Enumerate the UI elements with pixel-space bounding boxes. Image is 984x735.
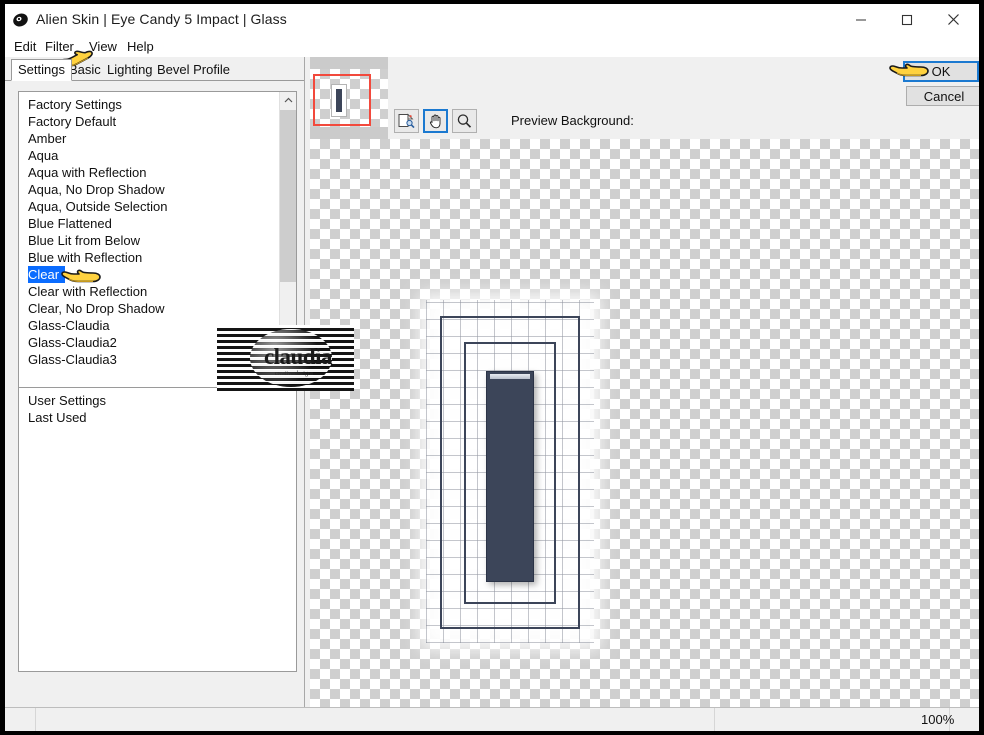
claudia-watermark: claudia creative designs (217, 325, 354, 391)
user-settings-list[interactable]: User Settings Last Used (18, 387, 297, 672)
menu-item-help[interactable]: Help (123, 38, 158, 55)
preview-background-label: Preview Background: (511, 113, 634, 128)
navigator-thumbnail-strip[interactable] (310, 57, 388, 139)
list-item-selected-wrapper: Clear (19, 266, 281, 283)
preview-compare-icon[interactable] (394, 109, 419, 133)
window-title: Alien Skin | Eye Candy 5 Impact | Glass (36, 11, 287, 27)
list-item[interactable]: Blue Lit from Below (19, 232, 281, 249)
minimize-button[interactable] (838, 4, 884, 35)
watermark-text: claudia (263, 344, 333, 369)
close-button[interactable] (930, 4, 976, 35)
list-item[interactable]: Clear with Reflection (19, 283, 281, 300)
list-item[interactable]: Factory Settings (19, 96, 281, 113)
artwork-glass-highlight (490, 374, 530, 379)
application-window: Alien Skin | Eye Candy 5 Impact | Glass … (5, 4, 979, 731)
list-item[interactable]: Blue Flattened (19, 215, 281, 232)
tab-lighting[interactable]: Lighting (101, 60, 159, 80)
menu-item-filter[interactable]: Filter (41, 38, 78, 55)
preview-canvas[interactable] (310, 139, 979, 707)
menu-bar: Edit Filter View Help (5, 35, 979, 57)
alien-skin-logo-icon (12, 12, 29, 29)
preview-area: Preview Background: None (305, 57, 979, 707)
zoom-magnifier-icon[interactable] (452, 109, 477, 133)
preview-background-select[interactable]: None (619, 102, 768, 180)
ok-button[interactable]: OK (903, 61, 979, 82)
list-item[interactable]: Clear, No Drop Shadow (19, 300, 281, 317)
glass-effect-artwork (420, 294, 600, 649)
artwork-glass-bar (486, 371, 534, 582)
list-item[interactable]: Aqua, Outside Selection (19, 198, 281, 215)
hand-pan-icon[interactable] (423, 109, 448, 133)
list-item-clear[interactable]: Clear (28, 266, 66, 283)
tab-bevel-profile[interactable]: Bevel Profile (151, 60, 236, 80)
list-item[interactable]: Aqua (19, 147, 281, 164)
cancel-button[interactable]: Cancel (906, 86, 979, 106)
preview-toolbar: Preview Background: None (305, 57, 979, 180)
thumbnail-selection-marker[interactable] (313, 74, 371, 126)
title-bar: Alien Skin | Eye Candy 5 Impact | Glass (5, 4, 979, 35)
status-cell-left (5, 708, 36, 731)
list-item[interactable]: Aqua, No Drop Shadow (19, 181, 281, 198)
menu-item-view[interactable]: View (85, 38, 121, 55)
list-item[interactable]: Factory Default (19, 113, 281, 130)
list-item[interactable]: Amber (19, 130, 281, 147)
scrollbar-thumb[interactable] (280, 110, 296, 282)
list-item[interactable]: Blue with Reflection (19, 249, 281, 266)
tab-strip: Settings Basic Lighting Bevel Profile (5, 57, 304, 81)
status-divider-1 (714, 708, 715, 731)
list-item[interactable]: Last Used (19, 409, 296, 426)
list-item[interactable]: User Settings (19, 392, 296, 409)
watermark-subtext: creative designs (274, 371, 314, 377)
zoom-level: 100% (921, 712, 955, 727)
chevron-up-icon[interactable] (280, 92, 296, 109)
list-item[interactable]: Aqua with Reflection (19, 164, 281, 181)
tab-settings[interactable]: Settings (11, 59, 72, 81)
status-bar: 100% (5, 707, 979, 731)
menu-item-edit[interactable]: Edit (10, 38, 40, 55)
maximize-button[interactable] (884, 4, 930, 35)
